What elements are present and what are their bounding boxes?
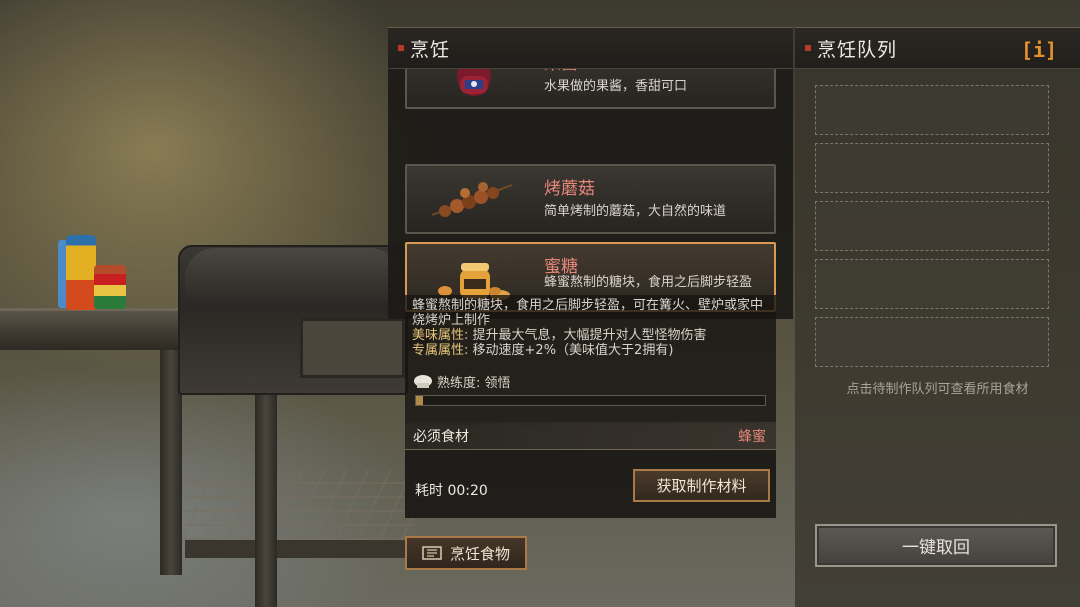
taste-attribute-value: 提升最大气息，大幅提升对人型怪物伤害 bbox=[472, 328, 707, 343]
exclusive-attribute-label: 专属属性: bbox=[412, 343, 469, 358]
recipe-name: 果酱 bbox=[544, 69, 578, 74]
grilled-mushroom-skewer-icon bbox=[431, 182, 513, 217]
header-marker-icon bbox=[805, 45, 811, 51]
info-button[interactable]: [i] bbox=[1021, 37, 1057, 63]
craft-area: 耗时 00:20 获取制作材料 bbox=[405, 450, 776, 518]
recipe-book-icon bbox=[422, 546, 442, 560]
queue-slot[interactable] bbox=[815, 85, 1049, 135]
recipe-detail: 蜂蜜熬制的糖块，食用之后脚步轻盈，可在篝火、壁炉或家中烧烤炉上制作 美味属性: … bbox=[405, 295, 776, 425]
proficiency-progress-fill bbox=[416, 396, 423, 405]
recipe-description: 简单烤制的蘑菇，大自然的味道 bbox=[544, 204, 727, 219]
get-materials-button[interactable]: 获取制作材料 bbox=[633, 469, 770, 502]
ingredients-label: 必须食材 bbox=[413, 428, 469, 445]
header-marker-icon bbox=[398, 45, 404, 51]
cook-food-label: 烹饪食物 bbox=[449, 544, 510, 563]
ingredient-honey[interactable]: 蜂蜜 bbox=[738, 426, 766, 446]
exclusive-attribute-value: 移动速度+2%（美味值大于2拥有) bbox=[472, 343, 674, 358]
queue-panel-header: 烹饪队列 [i] bbox=[795, 27, 1080, 69]
recipe-list[interactable]: 果酱 水果做的果酱，香甜可口 烤蘑菇 简单烤制的蘑菇，大自然的味道 bbox=[388, 69, 793, 319]
proficiency-progress-bar bbox=[415, 395, 766, 406]
chef-hat-icon bbox=[414, 374, 432, 388]
queue-slot[interactable] bbox=[815, 317, 1049, 367]
cooking-panel: 烹饪 果酱 水果做的果酱，香甜可口 bbox=[388, 27, 793, 607]
queue-slot[interactable] bbox=[815, 259, 1049, 309]
recipe-description: 蜂蜜熬制的糖块，食用之后脚步轻盈 bbox=[544, 275, 753, 290]
queue-panel-title: 烹饪队列 bbox=[817, 38, 898, 61]
condiment-bottle bbox=[66, 235, 96, 310]
recipe-name: 烤蘑菇 bbox=[544, 179, 595, 199]
recipe-card-grilled-mushroom[interactable]: 烤蘑菇 简单烤制的蘑菇，大自然的味道 bbox=[405, 164, 776, 234]
jam-jar-icon bbox=[457, 69, 491, 96]
queue-slot[interactable] bbox=[815, 201, 1049, 251]
recall-all-button[interactable]: 一键取回 bbox=[815, 524, 1057, 567]
ingredients-header: 必须食材 蜂蜜 bbox=[405, 422, 776, 450]
proficiency-row: 熟练度: 领悟 bbox=[412, 372, 511, 391]
craft-time: 耗时 00:20 bbox=[415, 483, 488, 499]
proficiency-text: 熟练度: 领悟 bbox=[437, 376, 511, 391]
cooking-panel-title: 烹饪 bbox=[410, 38, 451, 61]
queue-slot[interactable] bbox=[815, 143, 1049, 193]
detail-description: 蜂蜜熬制的糖块，食用之后脚步轻盈，可在篝火、壁炉或家中烧烤炉上制作 bbox=[412, 298, 764, 328]
cook-food-button[interactable]: 烹饪食物 bbox=[405, 536, 527, 570]
cooking-panel-header: 烹饪 bbox=[388, 27, 793, 69]
recipe-detail-text: 蜂蜜熬制的糖块，食用之后脚步轻盈，可在篝火、壁炉或家中烧烤炉上制作 美味属性: … bbox=[412, 298, 772, 358]
recipe-card-jam[interactable]: 果酱 水果做的果酱，香甜可口 bbox=[405, 69, 776, 109]
queue-hint-text: 点击待制作队列可查看所用食材 bbox=[846, 382, 1029, 397]
condiment-jar bbox=[94, 265, 126, 309]
grill-lid bbox=[185, 248, 400, 303]
cooking-queue-panel: 烹饪队列 [i] 点击待制作队列可查看所用食材 一键取回 bbox=[795, 27, 1080, 607]
recipe-description: 水果做的果酱，香甜可口 bbox=[544, 79, 688, 94]
taste-attribute-label: 美味属性: bbox=[412, 328, 469, 343]
recipe-name: 蜜糖 bbox=[544, 257, 578, 277]
